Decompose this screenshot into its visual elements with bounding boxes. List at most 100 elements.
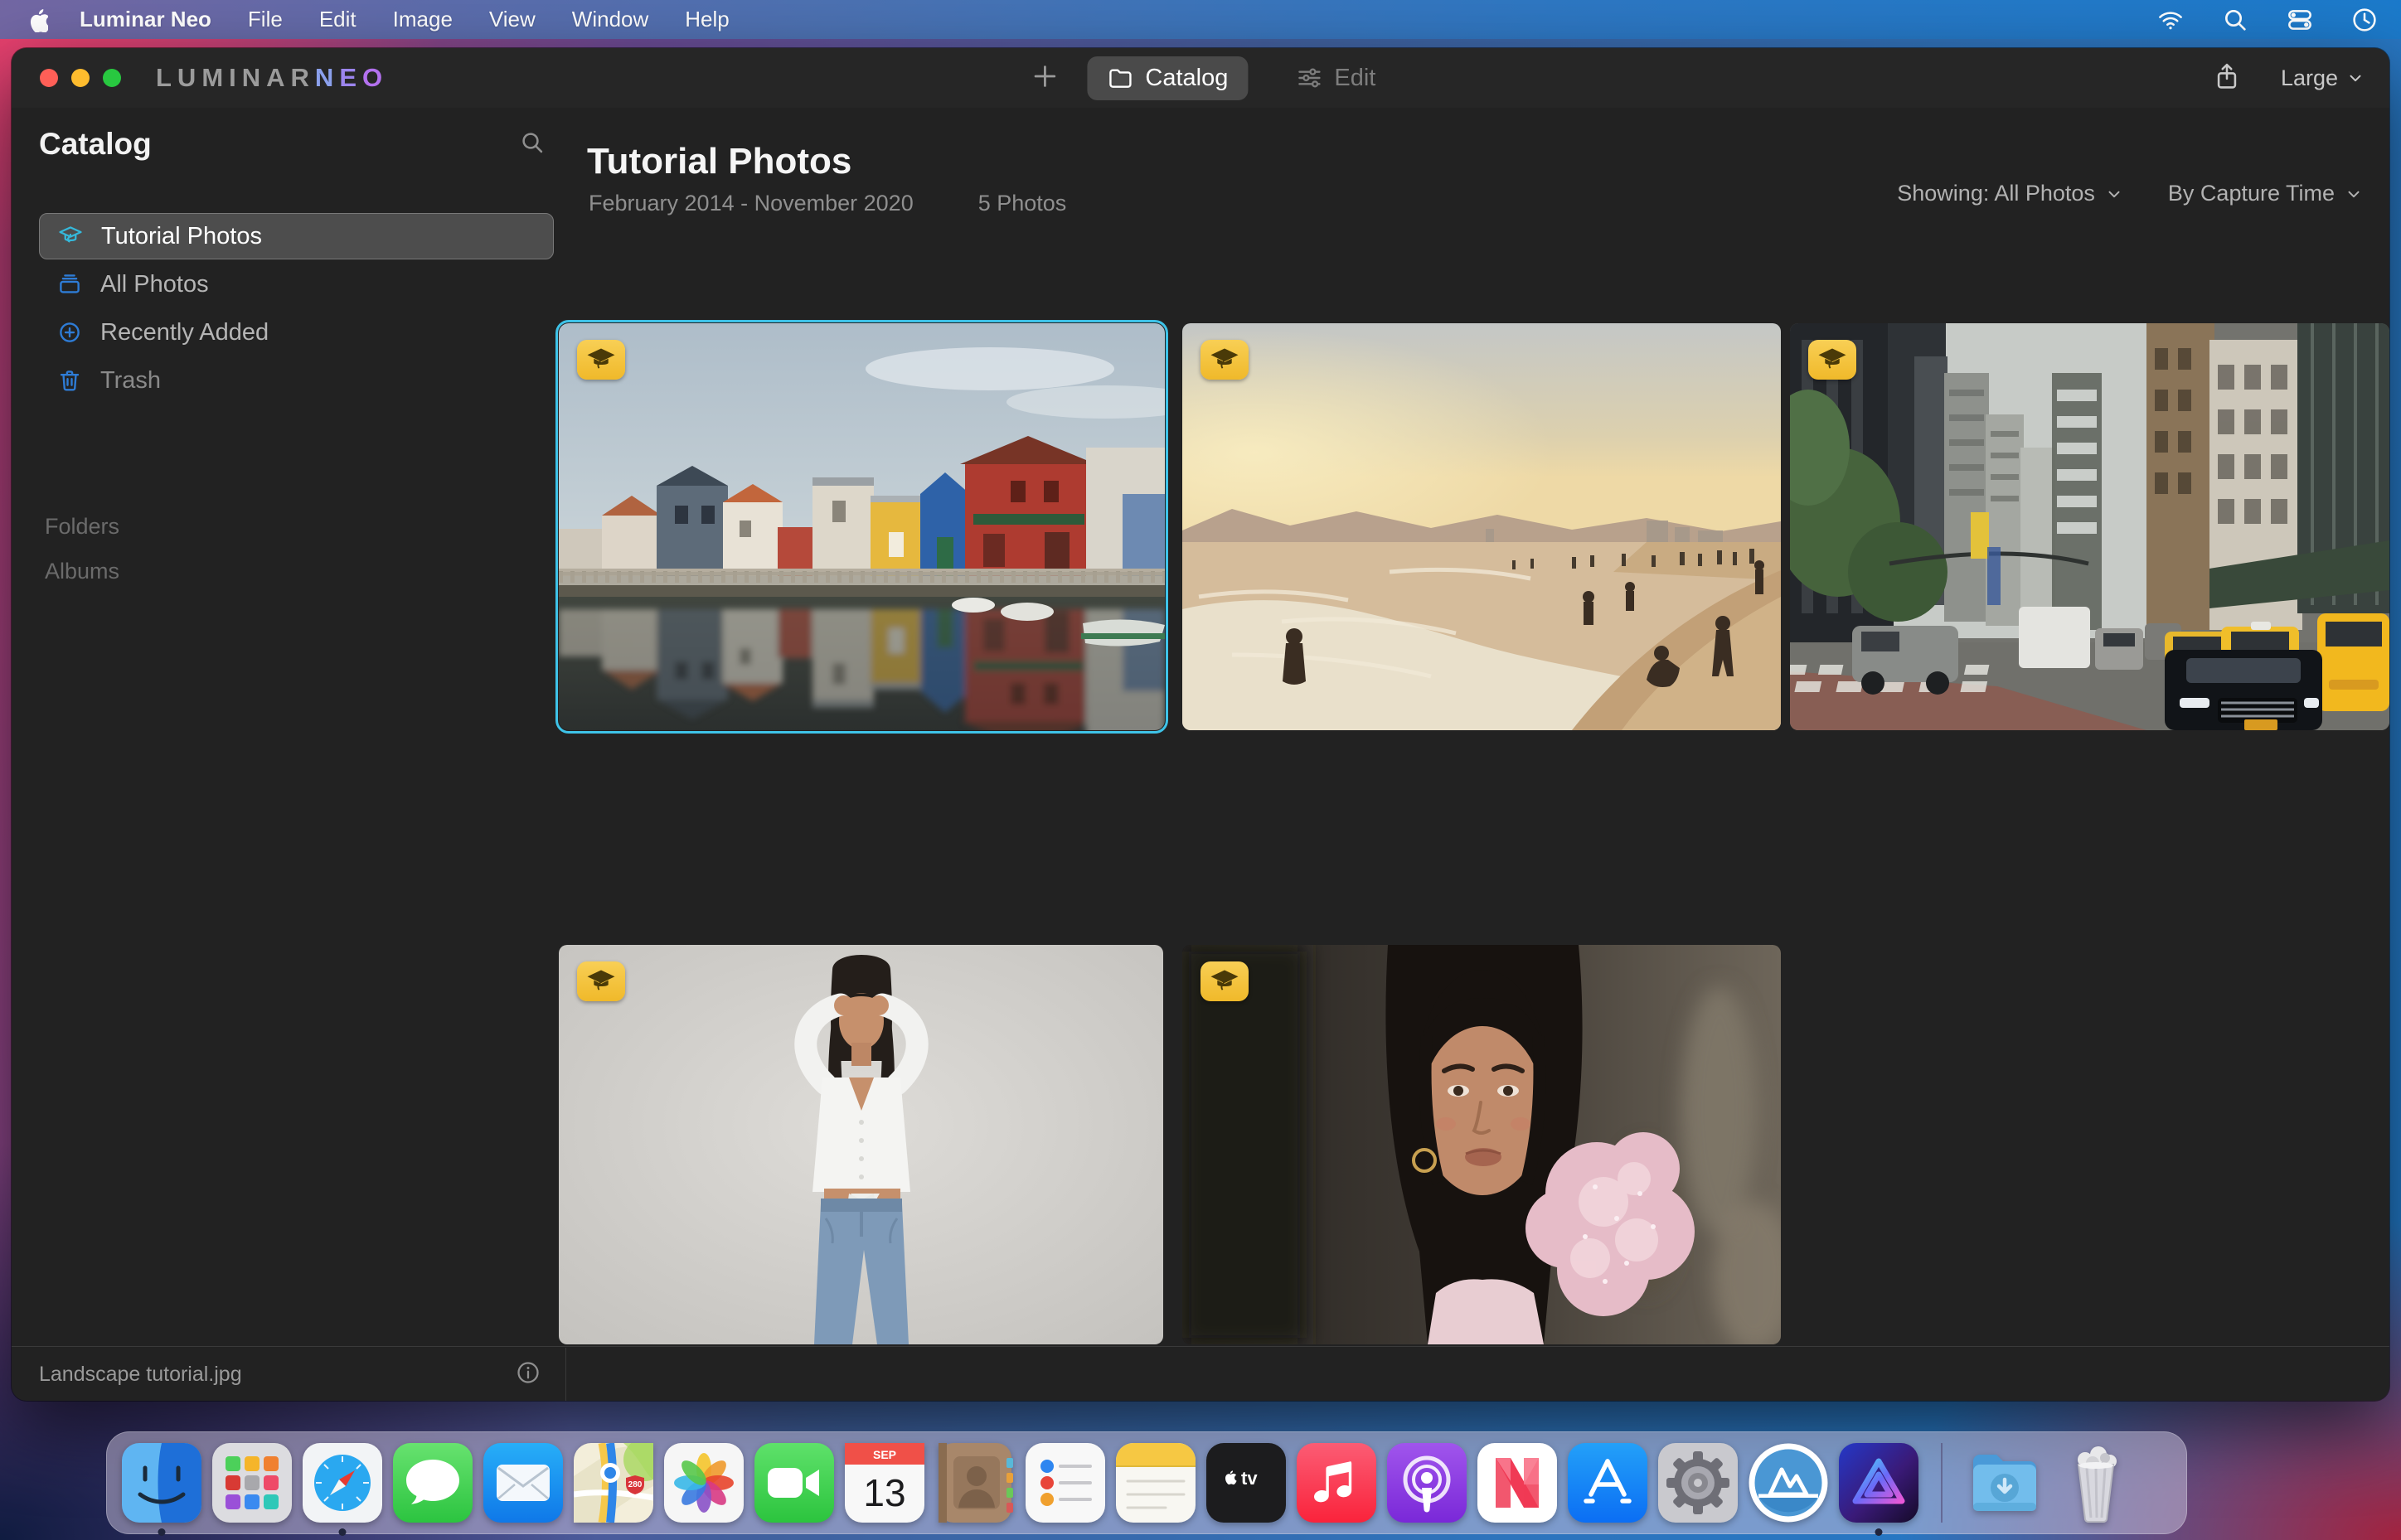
podcasts-icon [1387,1443,1467,1523]
dock-settings[interactable] [1658,1443,1738,1523]
sidebar-item-all-photos[interactable]: All Photos [39,261,554,308]
dock-trash[interactable] [2055,1443,2135,1523]
menu-item-edit[interactable]: Edit [319,7,357,32]
dock-contacts[interactable] [935,1443,1015,1523]
tutorial-badge [1808,340,1856,380]
dock-news[interactable] [1477,1443,1557,1523]
wifi-icon[interactable] [2157,7,2184,33]
dock-mail[interactable] [483,1443,563,1523]
messages-icon [393,1443,473,1523]
dock-safari[interactable] [303,1443,382,1536]
minimize-button[interactable] [71,69,90,87]
share-button[interactable] [2213,62,2241,94]
search-button[interactable] [519,129,546,160]
dock-calendar[interactable]: SEP 13 [845,1443,924,1523]
catalog-sidebar: Catalog Tutorial Photos All Photos Recen… [12,108,565,1401]
dock-finder[interactable] [122,1443,201,1536]
menu-item-file[interactable]: File [248,7,283,32]
skylum-luminar-icon [1749,1443,1828,1523]
graduation-cap-icon [1818,348,1846,369]
chevron-down-icon [2350,75,2361,82]
dock-notes[interactable] [1116,1443,1196,1523]
photo-stack-icon [60,274,80,293]
status-vertical-divider [565,1348,566,1401]
showing-filter-label: Showing: All Photos [1897,181,2095,206]
photo-city-street[interactable] [1790,323,2389,730]
menu-item-window[interactable]: Window [572,7,648,32]
zoom-button[interactable] [103,69,121,87]
photo-thumbnail [1182,945,1781,1344]
status-bar: Landscape tutorial.jpg [39,1348,565,1401]
info-button[interactable] [516,1360,541,1389]
dock-app-store[interactable] [1568,1443,1647,1523]
sidebar-section-folders[interactable]: Folders [45,514,119,540]
chevron-down-icon [2348,191,2360,197]
dock-luminar-neo[interactable] [1839,1443,1918,1536]
sidebar-item-label: Trash [100,366,162,394]
contacts-icon [939,1443,1013,1523]
apple-tv-label: tv [1241,1468,1258,1489]
control-center-icon[interactable] [2287,7,2313,33]
size-label: Large [2280,65,2338,90]
dock-photos[interactable] [664,1443,744,1523]
dock-downloads[interactable] [1965,1443,2044,1523]
tutorial-badge [577,961,625,1001]
menu-bar: Luminar Neo File Edit Image View Window … [0,0,2401,39]
menu-item-view[interactable]: View [489,7,536,32]
trash-bin-icon [2077,1446,2117,1523]
sidebar-section-albums[interactable]: Albums [45,559,119,584]
maps-shield-label: 280 [628,1480,643,1489]
apple-tv-icon: tv [1206,1443,1286,1523]
photo-studio-portrait[interactable] [559,945,1163,1344]
menu-item-image[interactable]: Image [393,7,453,32]
sidebar-item-label: Tutorial Photos [101,222,262,249]
sidebar-item-recently-added[interactable]: Recently Added [39,309,554,356]
sort-filter-dropdown[interactable]: By Capture Time [2168,181,2363,206]
reminders-icon [1026,1443,1105,1523]
dock-music[interactable] [1297,1443,1376,1523]
share-icon [2217,63,2237,89]
photo-canal-houses[interactable] [555,320,1168,734]
trash-icon [60,370,80,391]
mail-icon [483,1443,563,1523]
menu-item-help[interactable]: Help [685,7,729,32]
clock-icon[interactable] [2351,7,2378,33]
page-title: Tutorial Photos [587,141,852,182]
finder-icon [122,1443,201,1523]
photo-count: 5 Photos [977,191,1067,216]
sidebar-item-tutorial-photos[interactable]: Tutorial Photos [39,213,554,259]
thumbnail-size-dropdown[interactable]: Large [2281,65,2365,91]
menu-item-app[interactable]: Luminar Neo [80,7,211,32]
dock-reminders[interactable] [1026,1443,1105,1523]
photo-beach-sunset[interactable] [1182,323,1781,730]
apple-menu-icon[interactable] [23,7,48,32]
dock-podcasts[interactable] [1387,1443,1467,1523]
sidebar-item-trash[interactable]: Trash [39,357,554,404]
tutorial-badge [1200,961,1249,1001]
dock-apple-tv[interactable]: tv [1206,1443,1286,1523]
safari-icon [303,1443,382,1523]
photos-icon [664,1443,744,1523]
calendar-day: 13 [863,1471,905,1514]
dock-launchpad[interactable] [212,1443,292,1523]
sidebar-item-label: All Photos [100,270,209,298]
close-button[interactable] [40,69,58,87]
photo-closeup-portrait[interactable] [1182,945,1781,1344]
dock-skylum[interactable] [1749,1443,1828,1523]
tutorial-badge [577,340,625,380]
graduation-cap-icon [587,970,615,990]
spotlight-search-icon[interactable] [2222,7,2248,33]
desktop-wallpaper: Luminar Neo File Edit Image View Window … [0,0,2401,1540]
window-titlebar: LUMINARNEO Catalog Edit Large [12,48,2389,108]
add-photos-button[interactable] [1031,62,1059,94]
folder-icon [1109,69,1132,88]
dock-maps[interactable]: 280 [574,1443,653,1523]
showing-filter-dropdown[interactable]: Showing: All Photos [1897,181,2123,206]
photo-thumbnail [1790,323,2389,730]
dock-facetime[interactable] [754,1443,834,1523]
tab-edit[interactable]: Edit [1276,56,1395,100]
luminar-neo-window: LUMINARNEO Catalog Edit Large Catalog Tu… [12,48,2389,1401]
tab-catalog[interactable]: Catalog [1087,56,1249,100]
luminar-neo-dock-icon [1839,1443,1918,1523]
dock-messages[interactable] [393,1443,473,1523]
